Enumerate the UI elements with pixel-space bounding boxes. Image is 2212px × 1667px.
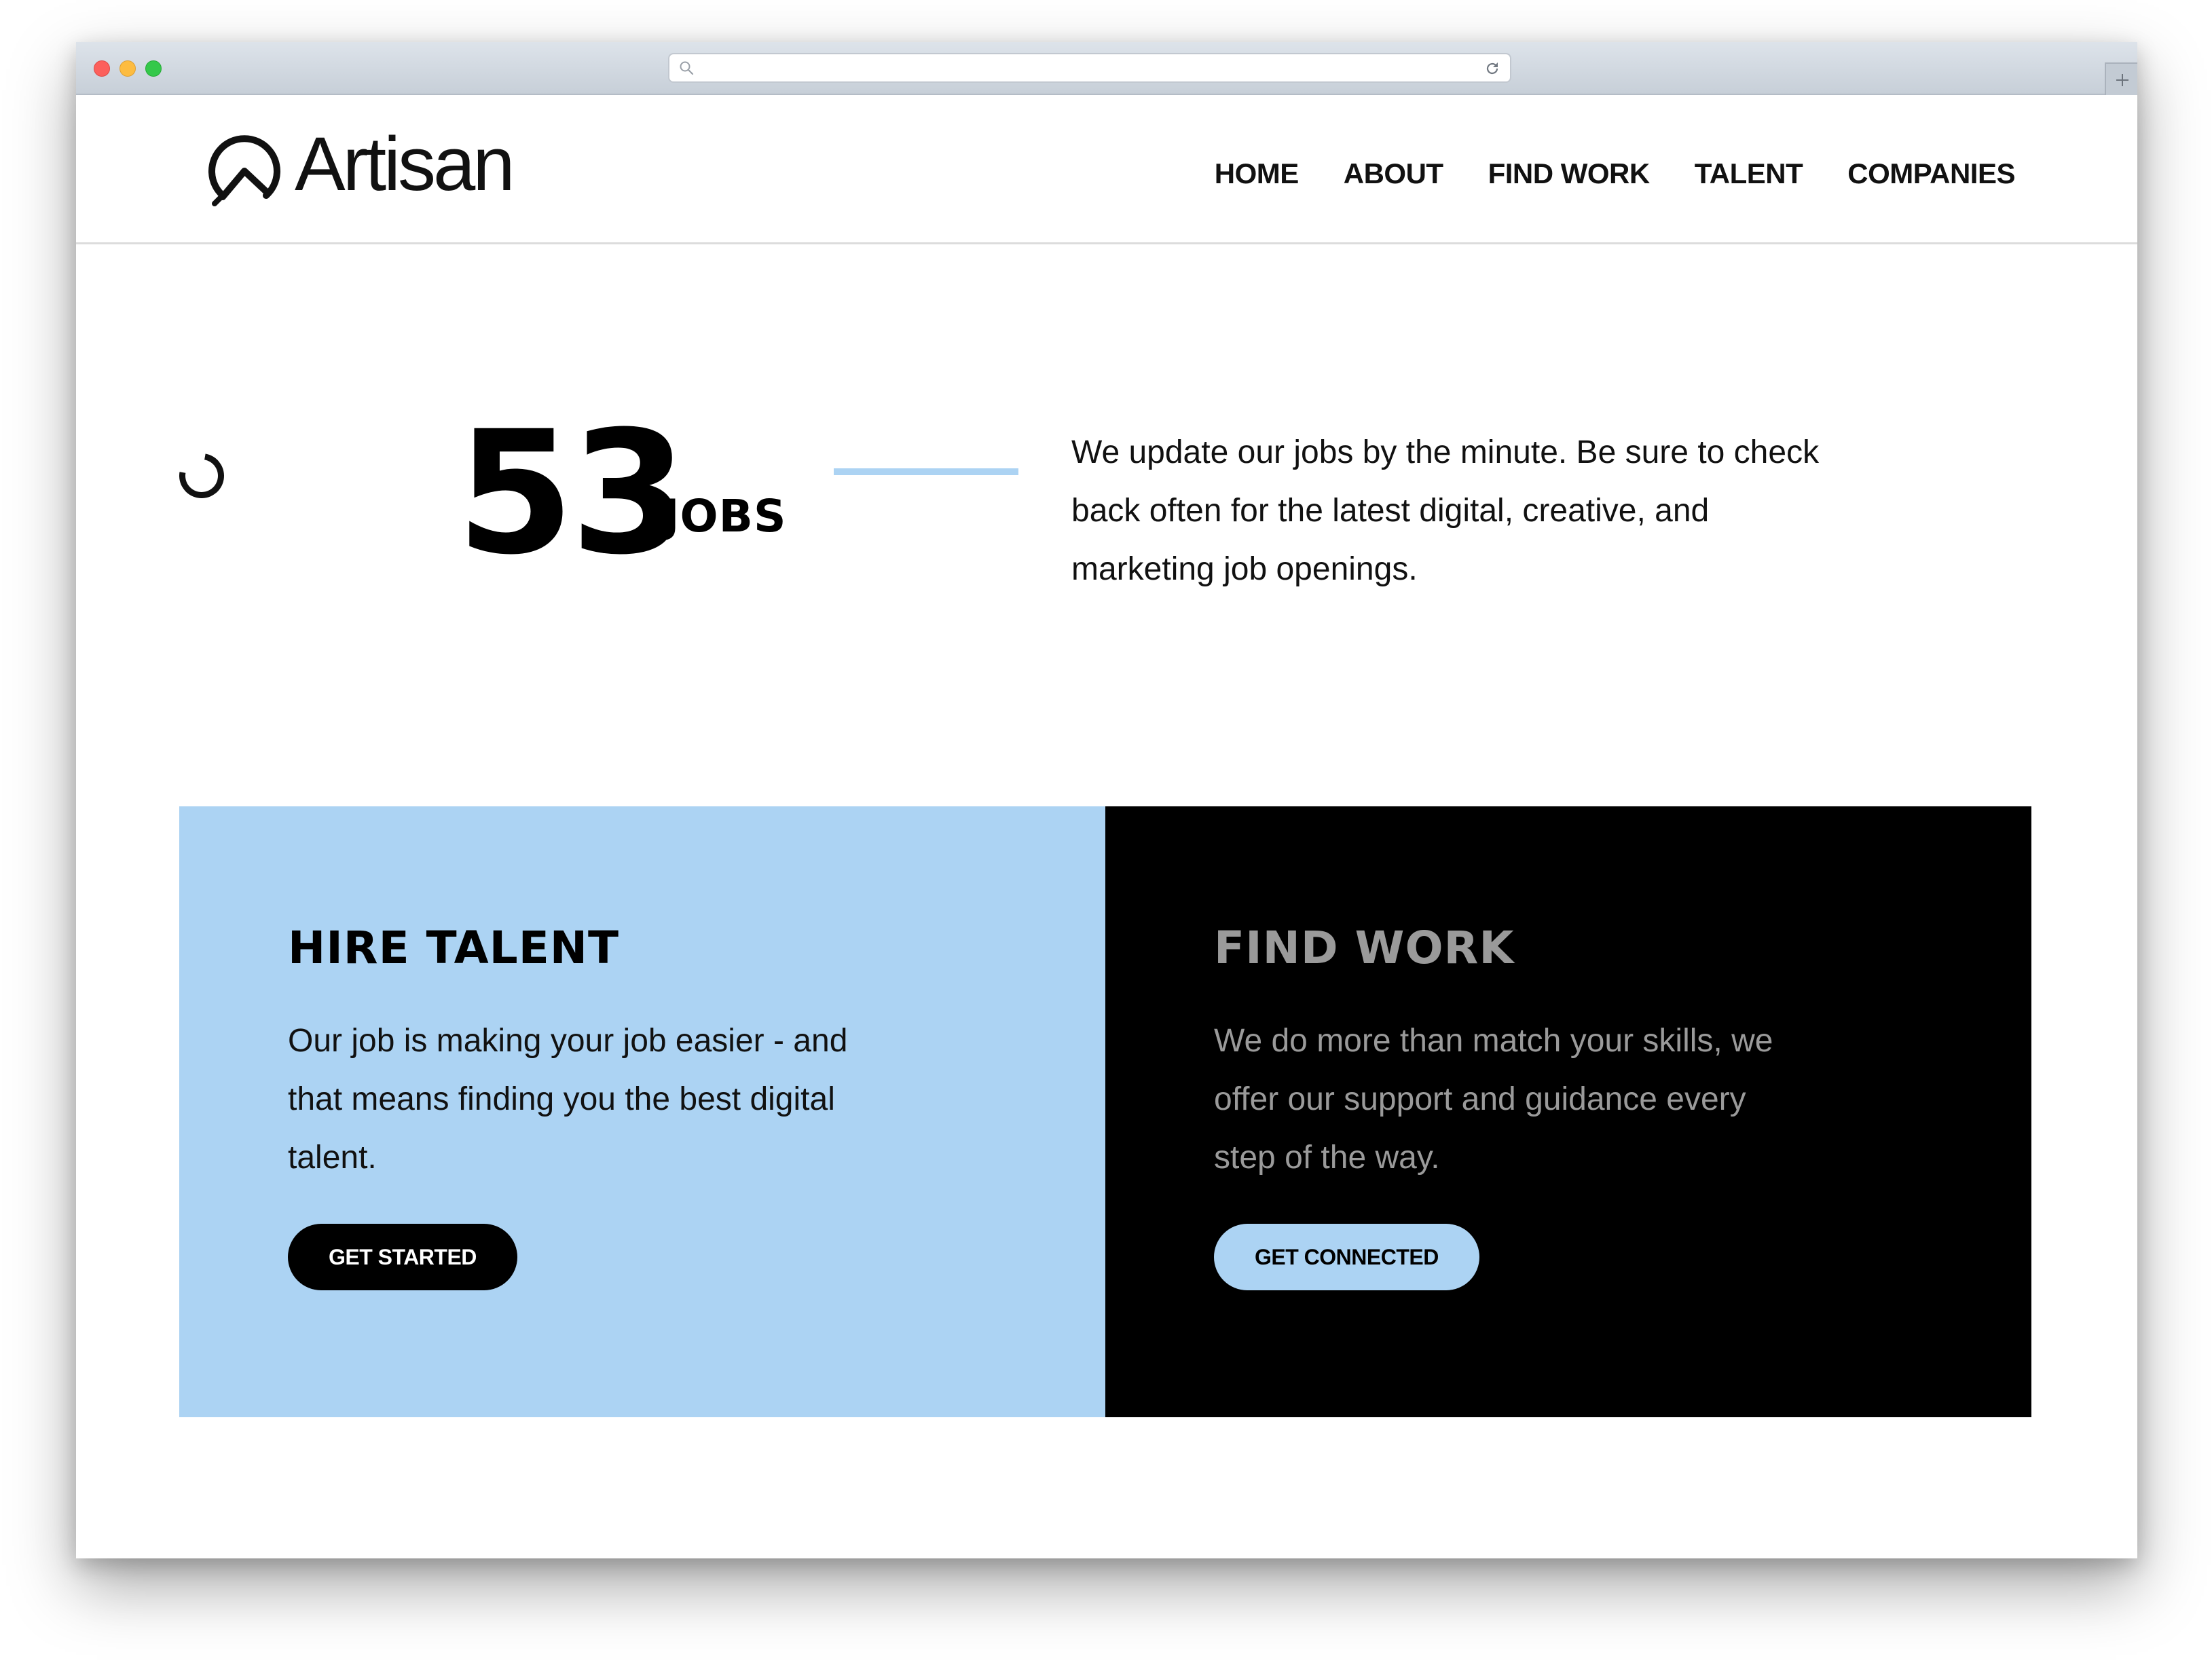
find-work-card: FIND WORK We do more than match your ski… — [1105, 806, 2031, 1417]
search-icon — [680, 61, 694, 75]
hire-talent-card: HIRE TALENT Our job is making your job e… — [179, 806, 1105, 1417]
nav-about[interactable]: ABOUT — [1344, 157, 1443, 190]
accent-divider — [834, 468, 1018, 475]
nav-home[interactable]: HOME — [1215, 157, 1299, 190]
plus-icon — [2116, 74, 2128, 86]
get-started-button[interactable]: GET STARTED — [288, 1224, 517, 1290]
loading-spinner-icon — [170, 445, 233, 507]
artisan-logo-icon — [208, 135, 280, 206]
site-header: Artisan HOME ABOUT FIND WORK TALENT COMP… — [76, 96, 2137, 244]
site-logo[interactable]: Artisan — [202, 121, 515, 206]
get-connected-button[interactable]: GET CONNECTED — [1214, 1224, 1479, 1290]
maximize-window-button[interactable] — [145, 60, 162, 77]
logo-text: Artisan — [295, 121, 515, 206]
hire-talent-text: Our job is making your job easier - and … — [288, 1023, 848, 1176]
nav-talent[interactable]: TALENT — [1695, 157, 1803, 190]
jobs-description: We update our jobs by the minute. Be sur… — [1071, 434, 1820, 587]
close-window-button[interactable] — [94, 60, 110, 77]
new-tab-button[interactable] — [2105, 62, 2137, 95]
main-nav: HOME ABOUT FIND WORK TALENT COMPANIES — [1215, 157, 2016, 190]
nav-companies[interactable]: COMPANIES — [1847, 157, 2015, 190]
browser-toolbar — [76, 42, 2137, 95]
cta-cards: HIRE TALENT Our job is making your job e… — [179, 806, 2031, 1417]
jobs-count: 53 — [456, 394, 688, 592]
reload-icon[interactable] — [1484, 60, 1500, 77]
browser-window: Artisan HOME ABOUT FIND WORK TALENT COMP… — [76, 42, 2137, 1558]
find-work-title: FIND WORK — [1214, 922, 1515, 974]
address-bar[interactable] — [668, 53, 1511, 83]
find-work-text: We do more than match your skills, we of… — [1214, 1023, 1773, 1176]
hire-talent-title: HIRE TALENT — [288, 922, 620, 974]
minimize-window-button[interactable] — [119, 60, 136, 77]
jobs-label: JOBS — [663, 490, 787, 542]
nav-find-work[interactable]: FIND WORK — [1488, 157, 1651, 190]
